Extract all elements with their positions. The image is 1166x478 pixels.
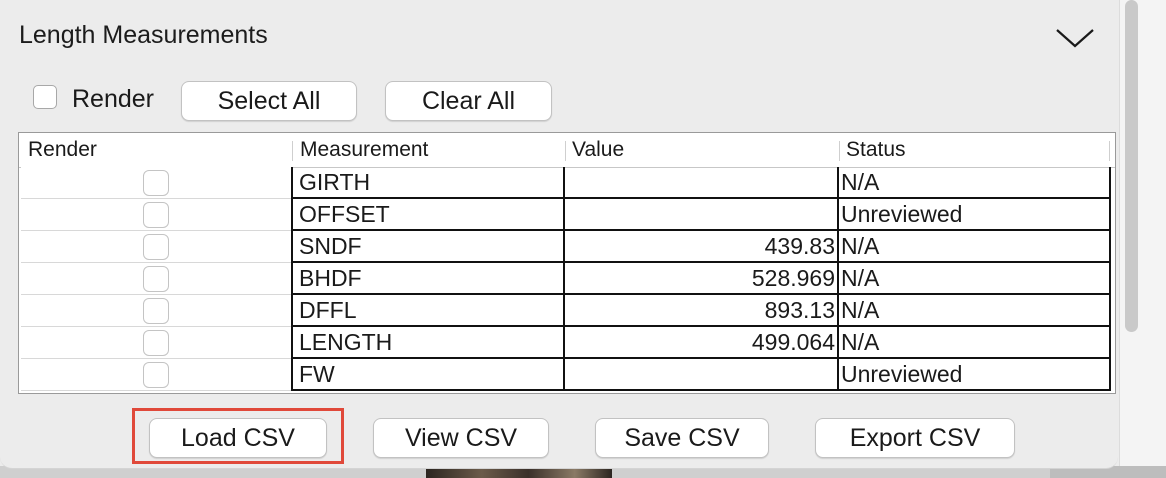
render-cell [21,359,291,391]
collapse-toggle[interactable] [1054,24,1096,52]
value-cell[interactable] [565,167,839,199]
render-cell [21,199,291,231]
measurement-cell[interactable]: FW [291,359,565,391]
value-cell[interactable]: 528.969 [565,263,839,295]
column-header-measurement[interactable]: Measurement [300,138,428,162]
status-cell[interactable]: N/A [839,295,1111,327]
table-row: FW Unreviewed [21,359,1111,391]
view-csv-button[interactable]: View CSV [373,418,549,458]
table-row: GIRTH N/A [21,167,1111,199]
table-row: SNDF 439.83 N/A [21,231,1111,263]
column-header-status[interactable]: Status [846,138,906,162]
render-all-label: Render [72,85,154,113]
measurement-cell[interactable]: BHDF [291,263,565,295]
render-all-checkbox[interactable] [33,85,57,109]
chevron-down-icon [1056,29,1094,48]
status-cell[interactable]: N/A [839,167,1111,199]
table-row: DFFL 893.13 N/A [21,295,1111,327]
column-header-value[interactable]: Value [572,138,624,162]
save-csv-button[interactable]: Save CSV [595,418,769,458]
table-row: BHDF 528.969 N/A [21,263,1111,295]
row-render-checkbox[interactable] [143,170,169,196]
value-cell[interactable]: 499.064 [565,327,839,359]
render-cell [21,231,291,263]
column-divider [292,141,293,161]
status-cell[interactable]: Unreviewed [839,199,1111,231]
value-cell[interactable] [565,199,839,231]
value-cell[interactable] [565,359,839,391]
row-render-checkbox[interactable] [143,202,169,228]
render-cell [21,327,291,359]
row-render-checkbox[interactable] [143,234,169,260]
row-render-checkbox[interactable] [143,298,169,324]
value-cell[interactable]: 893.13 [565,295,839,327]
measurement-cell[interactable]: OFFSET [291,199,565,231]
clear-all-button[interactable]: Clear All [385,81,552,121]
measurement-cell[interactable]: DFFL [291,295,565,327]
vertical-scrollbar-thumb[interactable] [1125,0,1138,332]
export-csv-button[interactable]: Export CSV [815,418,1015,458]
status-cell[interactable]: Unreviewed [839,359,1111,391]
render-cell [21,263,291,295]
status-cell[interactable]: N/A [839,263,1111,295]
measurements-table: Render Measurement Value Status GIRTH N/… [18,132,1116,394]
column-divider [565,141,566,161]
load-csv-highlight-box [132,408,344,464]
table-row: OFFSET Unreviewed [21,199,1111,231]
length-measurements-panel: Length Measurements Render Select All Cl… [0,0,1118,469]
row-render-checkbox[interactable] [143,362,169,388]
measurement-cell[interactable]: LENGTH [291,327,565,359]
column-divider [839,141,840,161]
status-cell[interactable]: N/A [839,327,1111,359]
status-cell[interactable]: N/A [839,231,1111,263]
value-cell[interactable]: 439.83 [565,231,839,263]
column-divider [1109,141,1110,161]
panel-title: Length Measurements [19,21,268,49]
row-render-checkbox[interactable] [143,266,169,292]
column-header-render[interactable]: Render [28,138,97,162]
render-cell [21,167,291,199]
table-header: Render Measurement Value Status [19,133,1115,168]
render-cell [21,295,291,327]
measurement-cell[interactable]: GIRTH [291,167,565,199]
select-all-button[interactable]: Select All [181,81,357,121]
table-row: LENGTH 499.064 N/A [21,327,1111,359]
measurement-cell[interactable]: SNDF [291,231,565,263]
row-render-checkbox[interactable] [143,330,169,356]
